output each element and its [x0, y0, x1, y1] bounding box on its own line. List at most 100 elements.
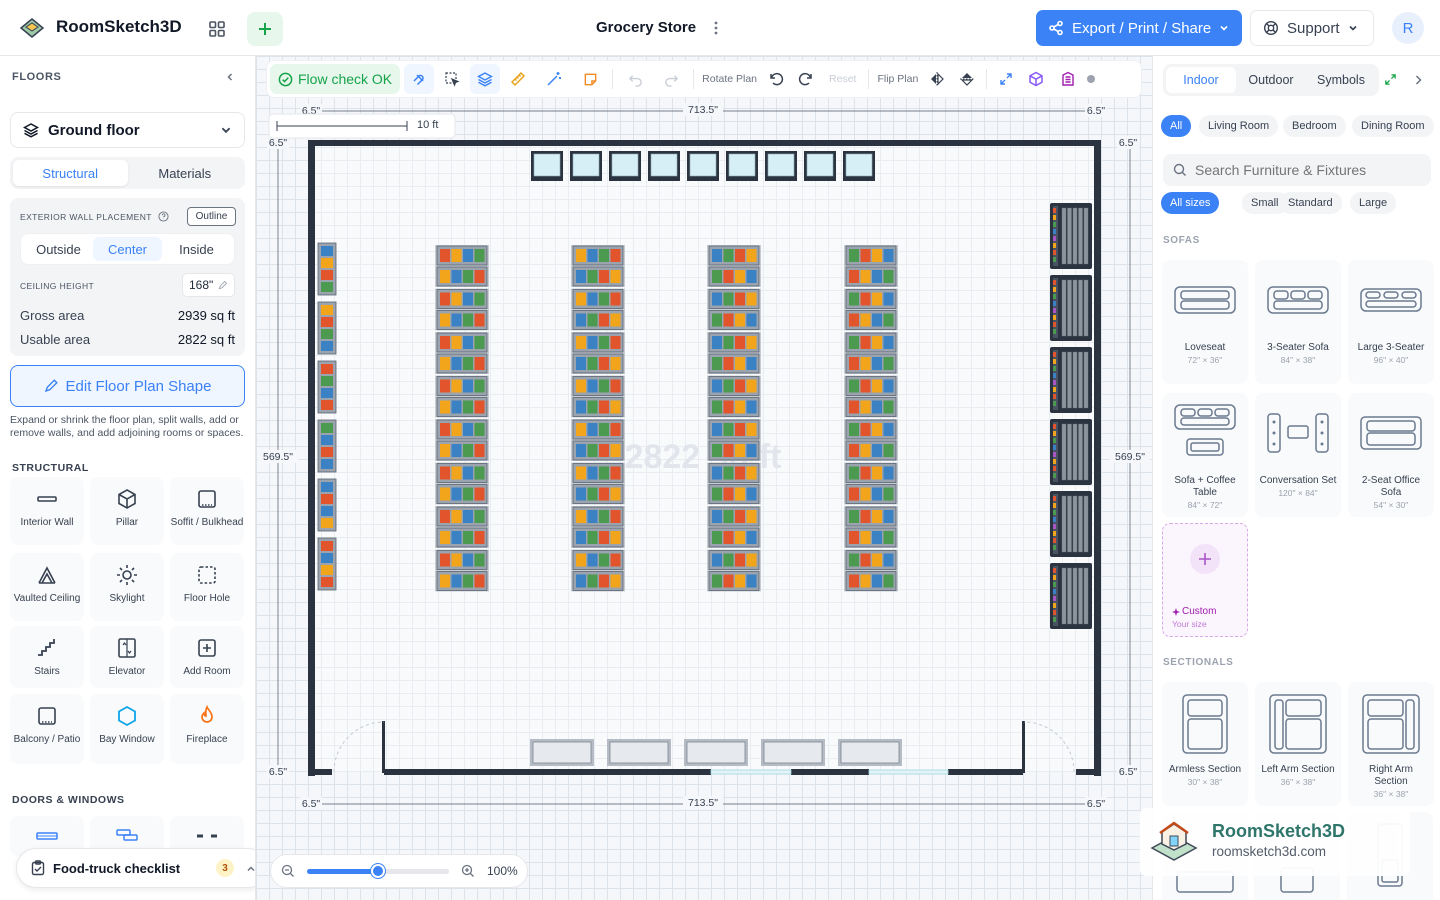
auto-tool-button[interactable] — [536, 64, 572, 94]
furniture-card-sofa-coffee-table[interactable]: Sofa + Coffee Table 84" × 72" — [1162, 393, 1248, 517]
notes-tool-button[interactable] — [572, 64, 608, 94]
outline-toggle[interactable]: Outline — [187, 207, 236, 226]
tab-indoor[interactable]: Indoor — [1166, 67, 1236, 93]
product-block — [860, 444, 871, 457]
gondola-shelf — [708, 527, 760, 548]
tool-vaulted-ceiling[interactable]: Vaulted Ceiling — [10, 553, 84, 621]
tool-interior-wall[interactable]: Interior Wall — [10, 477, 84, 545]
tab-materials[interactable]: Materials — [128, 160, 243, 186]
export-button[interactable]: Export / Print / Share — [1036, 10, 1242, 46]
wall-option-inside[interactable]: Inside — [162, 237, 231, 261]
tool-add-room[interactable]: Add Room — [170, 626, 244, 688]
room-chip-all[interactable]: All — [1161, 115, 1192, 137]
tool-stairs[interactable]: Stairs — [10, 626, 84, 688]
furniture-card-3-seater-sofa[interactable]: 3-Seater Sofa 84" × 38" — [1255, 260, 1341, 384]
layers-tool-button[interactable] — [470, 64, 501, 94]
flip-vertical-button[interactable] — [952, 64, 982, 94]
user-avatar[interactable]: R — [1392, 12, 1424, 44]
zoom-in-icon[interactable] — [461, 864, 475, 878]
project-menu-button[interactable] — [706, 17, 726, 39]
furniture-size: 54" × 30" — [1373, 500, 1409, 510]
tab-symbols[interactable]: Symbols — [1306, 67, 1376, 93]
product-block — [1053, 503, 1056, 508]
floor-plan-canvas[interactable]: Flow check OK Rotate Plan Reset Flip Pla… — [256, 56, 1152, 900]
support-button[interactable]: Support — [1250, 10, 1374, 46]
cooler-shelf — [1083, 495, 1089, 553]
furniture-card-conversation-set[interactable]: Conversation Set 120" × 84" — [1255, 393, 1341, 517]
tool-balcony-patio[interactable]: Balcony / Patio — [10, 694, 84, 764]
product-block — [860, 553, 871, 567]
zoom-control: 100% — [270, 854, 528, 888]
size-chip-all[interactable]: All sizes — [1161, 192, 1220, 214]
grid-menu-button[interactable] — [199, 12, 235, 46]
cooler-shelf — [1067, 351, 1072, 409]
measure-tool-button[interactable] — [500, 64, 536, 94]
tool-bay-window[interactable]: Bay Window — [90, 694, 164, 764]
edit-floor-plan-button[interactable]: Edit Floor Plan Shape — [10, 365, 245, 407]
furniture-card-loveseat[interactable]: Loveseat 72" × 36" — [1162, 260, 1248, 384]
furniture-size: 72" × 36" — [1187, 355, 1223, 365]
rotate-right-button[interactable] — [791, 64, 821, 94]
sectional-card-armless-section[interactable]: Armless Section 30" × 38" — [1162, 682, 1248, 806]
wall-shelf — [317, 537, 337, 591]
3d-view-button[interactable] — [1021, 64, 1051, 94]
reset-rotation-button[interactable]: Reset — [821, 73, 864, 85]
product-block — [321, 459, 333, 469]
rotate-left-button[interactable] — [761, 64, 791, 94]
print-plan-button[interactable] — [1051, 64, 1085, 94]
chevron-right-icon[interactable] — [1413, 74, 1423, 86]
tool-elevator[interactable]: Elevator — [90, 626, 164, 688]
gondola-shelf — [436, 571, 488, 591]
checkout-counter — [609, 741, 669, 764]
cooler-edge — [1053, 278, 1058, 338]
freezer-glass — [533, 153, 561, 177]
freezer-case — [843, 151, 875, 181]
ceiling-height-input[interactable]: 168" — [182, 273, 235, 297]
fit-view-button[interactable] — [991, 64, 1021, 94]
size-chip-large[interactable]: Large — [1350, 192, 1397, 214]
furniture-card-large-3-seater[interactable]: Large 3-Seater 96" × 40" — [1348, 260, 1434, 384]
magic-tool-button[interactable] — [404, 64, 435, 94]
freezer-case — [609, 151, 641, 181]
wall-option-outside[interactable]: Outside — [24, 237, 93, 261]
furniture-card-2-seat-office-sofa[interactable]: 2-Seat Office Sofa 54" × 30" — [1348, 393, 1434, 517]
zoom-slider[interactable] — [307, 863, 449, 879]
undo-button[interactable] — [617, 64, 653, 94]
project-title[interactable]: Grocery Store — [596, 19, 696, 36]
room-chip-dining-room[interactable]: Dining Room — [1352, 115, 1434, 137]
tool-skylight[interactable]: Skylight — [90, 553, 164, 621]
zoom-out-icon[interactable] — [281, 864, 295, 878]
select-tool-button[interactable] — [434, 64, 470, 94]
help-icon[interactable] — [158, 211, 169, 222]
collapse-panel-button[interactable] — [222, 69, 238, 85]
gondola-shelf — [572, 484, 624, 504]
new-project-button[interactable] — [247, 12, 283, 46]
search-input[interactable] — [1195, 162, 1425, 178]
gondola-shelf — [708, 506, 760, 527]
flip-horizontal-button[interactable] — [922, 64, 952, 94]
tool-floor-hole[interactable]: Floor Hole — [170, 553, 244, 621]
tool-fireplace[interactable]: Fireplace — [170, 694, 244, 764]
tab-outdoor[interactable]: Outdoor — [1236, 67, 1306, 93]
size-chip-standard[interactable]: Standard — [1279, 192, 1342, 214]
flow-check-button[interactable]: Flow check OK — [270, 64, 401, 94]
tool-soffit-bulkhead[interactable]: Soffit / Bulkhead — [170, 477, 244, 545]
product-block — [576, 357, 586, 370]
checklist-button[interactable]: Food-truck checklist 3 — [16, 848, 255, 888]
expand-icon[interactable] — [1384, 73, 1397, 86]
furniture-size: 84" × 72" — [1187, 500, 1223, 510]
wall-option-center[interactable]: Center — [93, 237, 162, 261]
room-chip-bedroom[interactable]: Bedroom — [1283, 115, 1346, 137]
sectional-card-right-arm-section[interactable]: Right Arm Section 36" × 38" — [1348, 682, 1434, 806]
redo-button[interactable] — [653, 64, 689, 94]
product-block — [735, 487, 745, 501]
floor-selector[interactable]: Ground floor — [10, 112, 245, 148]
sectional-card-left-arm-section[interactable]: Left Arm Section 36" × 38" — [1255, 682, 1341, 806]
zoom-knob[interactable] — [371, 864, 385, 878]
tab-structural[interactable]: Structural — [13, 160, 128, 186]
tool-pillar[interactable]: Pillar — [90, 477, 164, 545]
custom-furniture-card[interactable]: Custom Your size — [1162, 523, 1248, 637]
product-block — [735, 313, 745, 327]
room-chip-living-room[interactable]: Living Room — [1199, 115, 1279, 137]
product-block — [440, 292, 450, 306]
